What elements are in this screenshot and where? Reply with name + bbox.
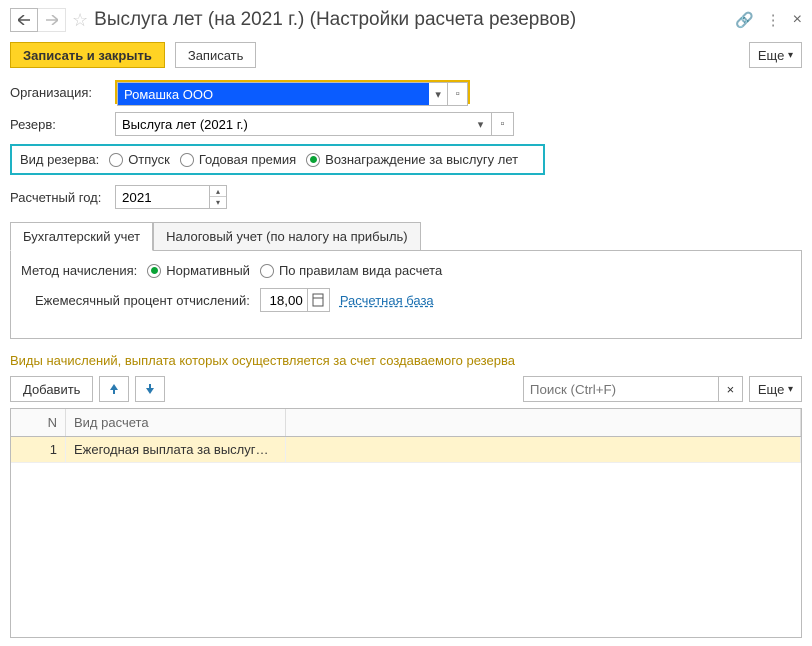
reserve-open-button[interactable]: ▫ — [492, 112, 514, 136]
tab-strip: Бухгалтерский учет Налоговый учет (по на… — [10, 221, 802, 250]
tab-panel-accounting: Метод начисления: Нормативный По правила… — [10, 250, 802, 339]
chevron-down-icon: ▾ — [788, 384, 793, 395]
row-type: Ежегодная выплата за выслуг… — [66, 437, 286, 462]
year-up-button[interactable]: ▴ — [210, 186, 226, 197]
year-down-button[interactable]: ▾ — [210, 197, 226, 208]
arrow-right-icon — [46, 15, 58, 25]
nav-back-button[interactable] — [10, 8, 38, 32]
move-down-button[interactable] — [135, 376, 165, 402]
reserve-type-group: Вид резерва: Отпуск Годовая премия Возна… — [10, 144, 545, 175]
reserve-input[interactable] — [115, 112, 470, 136]
reserve-type-label: Вид резерва: — [20, 152, 99, 167]
search-clear-button[interactable]: × — [719, 376, 743, 402]
reserve-label: Резерв: — [10, 117, 115, 132]
link-icon[interactable]: 🔗 — [735, 11, 754, 29]
search-input[interactable] — [523, 376, 719, 402]
calc-year-input[interactable] — [115, 185, 210, 209]
arrow-down-icon — [144, 382, 156, 396]
method-by-rules[interactable]: По правилам вида расчета — [260, 263, 442, 278]
table-more-button[interactable]: Еще ▾ — [749, 376, 802, 402]
reserve-field[interactable]: ▾ ▫ — [115, 112, 514, 136]
col-header-rest — [286, 409, 801, 436]
reserve-type-annual-bonus[interactable]: Годовая премия — [180, 152, 296, 167]
org-dropdown-button[interactable]: ▾ — [429, 82, 449, 106]
grid-header: N Вид расчета — [11, 409, 801, 437]
chevron-down-icon: ▾ — [788, 50, 793, 61]
calc-icon-button[interactable] — [308, 288, 330, 312]
reserve-dropdown-button[interactable]: ▾ — [470, 112, 492, 136]
org-value[interactable]: Ромашка ООО — [117, 82, 429, 106]
accruals-section-title: Виды начислений, выплата которых осущест… — [10, 353, 802, 368]
org-open-button[interactable]: ▫ — [448, 82, 468, 106]
method-label: Метод начисления: — [21, 263, 137, 278]
reserve-type-longevity[interactable]: Вознаграждение за выслугу лет — [306, 152, 518, 167]
add-button[interactable]: Добавить — [10, 376, 93, 402]
table-toolbar: Добавить × Еще ▾ — [10, 376, 802, 402]
nav-forward-button[interactable] — [38, 8, 66, 32]
accruals-grid[interactable]: N Вид расчета 1 Ежегодная выплата за выс… — [10, 408, 802, 638]
monthly-pct-label: Ежемесячный процент отчислений: — [35, 293, 250, 308]
arrow-up-icon — [108, 382, 120, 396]
kebab-menu-icon[interactable]: ⋮ — [766, 11, 781, 29]
method-normative[interactable]: Нормативный — [147, 263, 250, 278]
calculator-icon — [312, 293, 324, 307]
move-up-button[interactable] — [99, 376, 129, 402]
reserve-type-vacation[interactable]: Отпуск — [109, 152, 170, 167]
arrow-left-icon — [18, 15, 30, 25]
row-n: 1 — [11, 437, 66, 462]
calc-year-label: Расчетный год: — [10, 190, 115, 205]
table-row[interactable]: 1 Ежегодная выплата за выслуг… — [11, 437, 801, 463]
favorite-star-icon[interactable]: ☆ — [72, 10, 88, 31]
page-title: Выслуга лет (на 2021 г.) (Настройки расч… — [94, 9, 729, 31]
col-header-n[interactable]: N — [11, 409, 66, 436]
tab-accounting[interactable]: Бухгалтерский учет — [10, 222, 153, 251]
calc-base-link[interactable]: Расчетная база — [340, 293, 434, 308]
main-toolbar: Записать и закрыть Записать Еще ▾ — [10, 42, 802, 68]
tab-tax[interactable]: Налоговый учет (по налогу на прибыль) — [153, 222, 421, 251]
save-and-close-button[interactable]: Записать и закрыть — [10, 42, 165, 68]
more-button[interactable]: Еще ▾ — [749, 42, 802, 68]
org-field[interactable]: Ромашка ООО ▾ ▫ — [115, 80, 470, 104]
close-icon[interactable]: × — [793, 11, 802, 29]
titlebar: ☆ Выслуга лет (на 2021 г.) (Настройки ра… — [10, 8, 802, 32]
save-button[interactable]: Записать — [175, 42, 257, 68]
col-header-type[interactable]: Вид расчета — [66, 409, 286, 436]
calc-year-spinner[interactable]: ▴ ▾ — [115, 185, 227, 209]
monthly-pct-input[interactable] — [260, 288, 308, 312]
org-label: Организация: — [10, 85, 115, 100]
